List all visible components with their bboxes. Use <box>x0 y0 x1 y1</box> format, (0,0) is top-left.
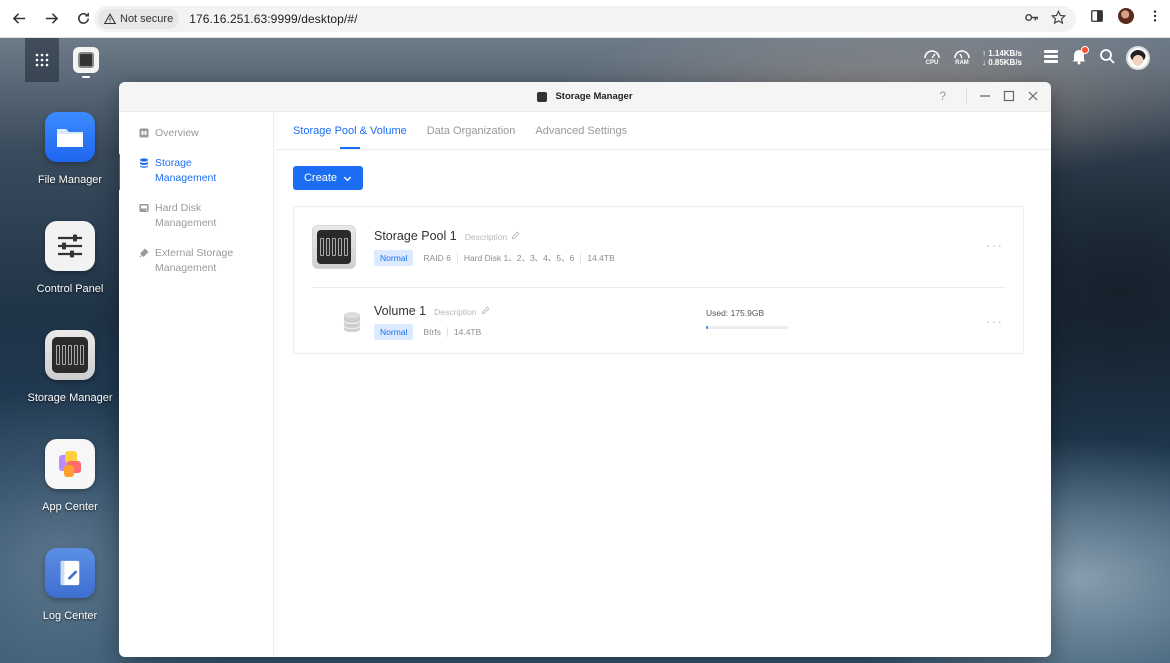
user-face <box>1130 50 1146 66</box>
hard-disk-icon <box>139 203 149 212</box>
storage-pool-description[interactable]: Description <box>465 232 508 242</box>
volume-description[interactable]: Description <box>434 307 477 317</box>
tab-data-organization[interactable]: Data Organization <box>427 112 516 149</box>
file-manager-label: File Manager <box>37 174 103 186</box>
edit-pencil-icon[interactable] <box>511 231 520 240</box>
cpu-label: CPU <box>925 60 939 66</box>
window-title-text: Storage Manager <box>555 91 633 102</box>
reload-icon[interactable] <box>72 8 94 30</box>
sidebar-item-external-storage-management[interactable]: External Storage Management <box>119 246 273 277</box>
storage-pool-name: Storage Pool 1 <box>374 229 457 243</box>
security-label: Not secure <box>120 13 174 25</box>
sidebar-item-storage-management[interactable]: Storage Management <box>119 153 273 190</box>
storage-manager-label: Storage Manager <box>27 392 113 404</box>
sidebar-item-hard-disk-management[interactable]: Hard Disk Management <box>119 201 273 232</box>
taskbar: CPU RAM ↑ 1.14KB/s ↓ 0.85KB/s <box>0 38 1170 82</box>
log-center-label: Log Center <box>42 610 98 622</box>
app-center-label: App Center <box>42 501 98 513</box>
storage-manager-mini-icon <box>78 52 94 68</box>
ram-gauge-icon <box>954 50 970 59</box>
edit-pencil-icon[interactable] <box>481 306 490 315</box>
storage-pool-disks: Hard Disk 1、2、3、4、5、6 <box>456 253 581 263</box>
notification-bell-icon[interactable] <box>1070 45 1089 70</box>
storage-sidebar: Overview Storage Management Hard Disk Ma… <box>119 112 274 657</box>
control-panel-label: Control Panel <box>36 283 104 295</box>
url-text[interactable]: 176.16.251.63:9999/desktop/#/ <box>189 12 357 26</box>
tab-advanced-settings[interactable]: Advanced Settings <box>535 112 627 149</box>
sidebar-item-label: Hard Disk Management <box>155 201 217 230</box>
database-icon <box>140 157 148 168</box>
back-icon[interactable] <box>8 8 30 30</box>
cpu-gauge-icon <box>924 50 940 59</box>
volume-usage-bar <box>706 326 788 329</box>
window-titlebar[interactable]: Storage Manager ? <box>119 82 1051 112</box>
close-icon[interactable] <box>1027 90 1039 102</box>
create-button[interactable]: Create <box>293 166 363 190</box>
bookmark-star-icon[interactable] <box>1051 10 1066 25</box>
storage-pool-icon <box>312 225 356 269</box>
app-center-icon <box>45 439 95 489</box>
side-panel-icon[interactable] <box>1090 9 1104 23</box>
help-button[interactable]: ? <box>939 89 946 103</box>
system-tray: CPU RAM ↑ 1.14KB/s ↓ 0.85KB/s <box>922 45 1150 70</box>
storage-pool-capacity: 14.4TB <box>580 253 620 263</box>
sidebar-item-label: External Storage Management <box>155 246 234 275</box>
address-bar[interactable]: Not secure 176.16.251.63:9999/desktop/#/ <box>94 6 1076 32</box>
controls-separator <box>966 89 967 103</box>
search-icon[interactable] <box>1098 47 1116 70</box>
app-launcher-button[interactable] <box>25 38 59 82</box>
minimize-icon[interactable] <box>979 90 991 102</box>
key-icon[interactable] <box>1024 10 1039 25</box>
task-manager-icon[interactable] <box>1042 47 1060 70</box>
card-divider <box>312 287 1006 288</box>
storage-pool-status-badge: Normal <box>374 250 414 266</box>
taskbar-storage-manager[interactable] <box>73 47 99 78</box>
maximize-icon[interactable] <box>1003 90 1015 102</box>
folder-icon <box>45 112 95 162</box>
create-button-label: Create <box>303 172 338 184</box>
sidebar-item-label: Overview <box>155 127 199 139</box>
storage-pool-more-button[interactable]: ··· <box>986 237 1003 253</box>
usb-drive-icon <box>139 248 149 257</box>
volume-cylinder-icon <box>343 312 361 332</box>
storage-pool-raid: RAID 6 <box>423 253 451 263</box>
security-indicator[interactable]: Not secure <box>98 9 180 29</box>
ram-label: RAM <box>955 60 969 66</box>
sidebar-item-label: Storage Management <box>155 156 217 185</box>
storage-pool-card: Storage Pool 1 Description Normal RAID 6… <box>293 206 1024 354</box>
sidebar-item-overview[interactable]: Overview <box>119 126 273 142</box>
window-title: Storage Manager <box>537 91 633 102</box>
volume-used-label: Used: 175.9GB <box>706 308 765 318</box>
volume-filesystem: Btrfs <box>423 327 441 337</box>
storage-bay-icon <box>45 330 95 380</box>
ram-gauge[interactable]: RAM <box>952 46 972 70</box>
warning-icon <box>104 13 116 25</box>
forward-icon[interactable] <box>40 8 62 30</box>
volume-capacity: 14.4TB <box>446 327 487 337</box>
grid-icon <box>35 53 49 67</box>
volume-name: Volume 1 <box>374 304 427 318</box>
download-speed: ↓ 0.85KB/s <box>981 58 1022 67</box>
volume-usage-fill <box>706 326 708 329</box>
storage-main-panel: Storage Pool & Volume Data Organization … <box>275 112 1051 657</box>
volume-status-badge: Normal <box>374 324 414 340</box>
tab-bar: Storage Pool & Volume Data Organization … <box>275 112 1051 150</box>
user-avatar[interactable] <box>1126 46 1150 70</box>
volume-more-button[interactable]: ··· <box>986 313 1003 329</box>
sliders-icon <box>45 221 95 271</box>
log-book-icon <box>45 548 95 598</box>
upload-speed: ↑ 1.14KB/s <box>981 49 1022 58</box>
tab-storage-pool-volume[interactable]: Storage Pool & Volume <box>293 112 407 149</box>
browser-profile-avatar[interactable] <box>1118 8 1134 24</box>
storage-manager-window: Storage Manager ? Overview Storage Manag… <box>119 82 1051 657</box>
storage-manager-title-icon <box>537 91 548 102</box>
network-speed[interactable]: ↑ 1.14KB/s ↓ 0.85KB/s <box>982 49 1022 67</box>
browser-menu-icon[interactable] <box>1148 9 1162 23</box>
chevron-down-icon <box>343 176 352 181</box>
cpu-gauge[interactable]: CPU <box>922 46 942 70</box>
browser-toolbar: Not secure 176.16.251.63:9999/desktop/#/ <box>0 0 1170 38</box>
overview-icon <box>139 128 149 138</box>
